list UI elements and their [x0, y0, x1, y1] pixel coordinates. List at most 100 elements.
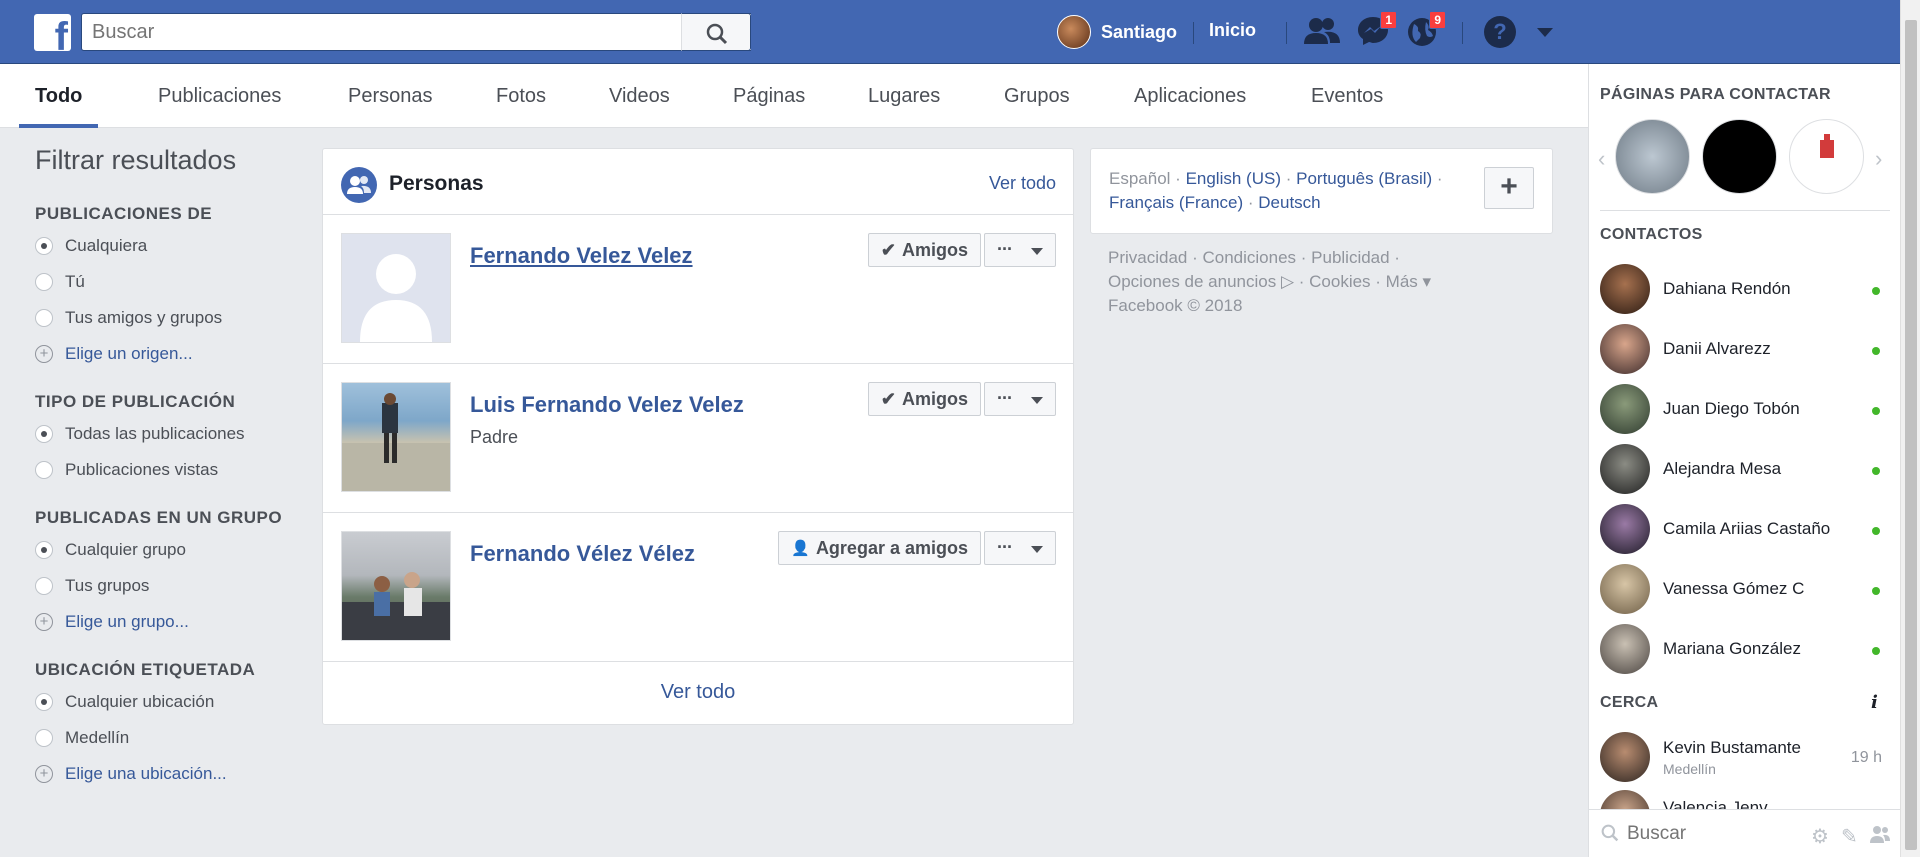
tab-pages[interactable]: Páginas [733, 64, 805, 128]
footer-links[interactable]: Privacidad · Condiciones · Publicidad · [1108, 246, 1538, 270]
search-input[interactable] [81, 13, 751, 51]
online-status-icon [1872, 407, 1880, 415]
tab-apps[interactable]: Aplicaciones [1134, 64, 1246, 128]
search-button[interactable] [681, 13, 751, 51]
friend-requests-icon[interactable] [1304, 16, 1340, 48]
tab-all[interactable]: Todo [19, 64, 99, 128]
contact-name: Danii Alvarezz [1663, 339, 1771, 358]
contact-name: Dahiana Rendón [1663, 279, 1791, 298]
separator: · [1436, 169, 1443, 188]
facebook-logo-icon[interactable]: f [34, 14, 71, 51]
page-scrollbar[interactable] [1900, 0, 1920, 857]
radio[interactable] [35, 461, 53, 479]
filter-option[interactable]: Cualquier grupo [35, 532, 315, 568]
friends-button[interactable]: ✔ Amigos [867, 233, 981, 267]
messenger-icon[interactable]: 1 [1357, 11, 1397, 48]
nearby-section-title: CERCA [1600, 694, 1659, 711]
chat-search-input[interactable] [1627, 820, 1777, 848]
checkmark-icon: ✔ [880, 239, 896, 260]
scrollbar-thumb[interactable] [1905, 20, 1917, 850]
person-photo[interactable] [341, 233, 451, 343]
radio-selected[interactable] [35, 237, 53, 255]
footer-links[interactable]: Opciones de anuncios ▷ · Cookies · Más ▾ [1108, 270, 1538, 294]
filter-option[interactable]: Publicaciones vistas [35, 452, 315, 488]
person-relationship: Padre [470, 427, 519, 447]
contact-item[interactable]: Dahiana Rendón [1600, 260, 1890, 318]
notifications-globe-icon[interactable]: 9 [1406, 11, 1446, 48]
create-group-icon[interactable] [1869, 824, 1891, 850]
nearby-contact-item[interactable]: Kevin Bustamante Medellín 19 h [1600, 728, 1890, 786]
tab-events[interactable]: Eventos [1311, 64, 1383, 128]
person-name-link[interactable]: Fernando Velez Velez [470, 243, 693, 269]
contact-item[interactable]: Alejandra Mesa [1600, 440, 1890, 498]
language-link[interactable]: Deutsch [1258, 193, 1320, 212]
page-thumbnail[interactable] [1615, 119, 1690, 194]
page-thumbnail[interactable] [1702, 119, 1777, 194]
chat-search-bar: ⚙ ✎ [1589, 809, 1900, 857]
add-friend-button[interactable]: 👤 Agregar a amigos [778, 531, 981, 565]
see-all-link[interactable]: Ver todo [989, 173, 1056, 194]
radio[interactable] [35, 729, 53, 747]
radio[interactable] [35, 577, 53, 595]
radio-selected[interactable] [35, 425, 53, 443]
info-icon[interactable]: i [1871, 692, 1878, 713]
choose-group-link[interactable]: + Elige un grupo... [35, 604, 315, 640]
account-menu-caret-icon[interactable] [1537, 28, 1553, 37]
filter-option[interactable]: Cualquier ubicación [35, 684, 315, 720]
tab-groups[interactable]: Grupos [1004, 64, 1070, 128]
contact-item[interactable]: Vanessa Gómez C [1600, 560, 1890, 618]
filter-option-label: Tú [65, 272, 85, 291]
person-name-link[interactable]: Luis Fernando Velez Velez [470, 392, 744, 418]
profile-link[interactable]: Santiago [1057, 15, 1177, 49]
contact-item[interactable]: Camila Ariias Castaño [1600, 500, 1890, 558]
choose-location-link[interactable]: + Elige una ubicación... [35, 756, 315, 792]
tab-places[interactable]: Lugares [868, 64, 940, 128]
friends-button[interactable]: ✔ Amigos [867, 382, 981, 416]
filter-option[interactable]: Tus grupos [35, 568, 315, 604]
filter-option[interactable]: Cualquiera [35, 228, 315, 264]
contact-item[interactable]: Juan Diego Tobón [1600, 380, 1890, 438]
tab-videos[interactable]: Videos [609, 64, 670, 128]
more-options-button[interactable]: ··· [984, 382, 1056, 416]
more-dots-icon: ··· [997, 388, 1013, 408]
person-photo[interactable] [341, 382, 451, 492]
radio[interactable] [35, 273, 53, 291]
person-photo[interactable] [341, 531, 451, 641]
new-message-icon[interactable]: ✎ [1841, 824, 1858, 849]
profile-name: Santiago [1101, 21, 1178, 42]
tab-posts[interactable]: Publicaciones [158, 64, 281, 128]
see-all-bottom-link[interactable]: Ver todo [323, 661, 1073, 724]
help-icon[interactable]: ? [1484, 16, 1516, 48]
tab-photos[interactable]: Fotos [496, 64, 546, 128]
messages-badge: 1 [1380, 11, 1397, 29]
checkmark-icon: ✔ [880, 388, 896, 409]
add-language-button[interactable]: + [1484, 167, 1534, 209]
more-options-button[interactable]: ··· [984, 531, 1056, 565]
chevron-right-icon[interactable]: › [1875, 146, 1882, 172]
tab-people[interactable]: Personas [348, 64, 433, 128]
page-thumbnail[interactable] [1789, 119, 1864, 194]
radio[interactable] [35, 309, 53, 327]
chevron-down-icon [1031, 397, 1043, 404]
contact-item[interactable]: Danii Alvarezz [1600, 320, 1890, 378]
language-link[interactable]: English (US) [1186, 169, 1281, 188]
filter-section-title: PUBLICADAS EN UN GRUPO [35, 508, 283, 527]
person-name-link[interactable]: Fernando Vélez Vélez [470, 541, 695, 567]
language-link[interactable]: Português (Brasil) [1296, 169, 1432, 188]
contact-name: Vanessa Gómez C [1663, 579, 1805, 598]
gear-icon[interactable]: ⚙ [1811, 824, 1829, 849]
radio-selected[interactable] [35, 693, 53, 711]
copyright: Facebook © 2018 [1108, 296, 1243, 315]
filter-option[interactable]: Tú [35, 264, 315, 300]
choose-source-link[interactable]: + Elige un origen... [35, 336, 315, 372]
home-link[interactable]: Inicio [1209, 20, 1256, 41]
contact-item[interactable]: Mariana González [1600, 620, 1890, 678]
online-status-icon [1872, 287, 1880, 295]
more-options-button[interactable]: ··· [984, 233, 1056, 267]
chevron-left-icon[interactable]: ‹ [1598, 146, 1605, 172]
language-link[interactable]: Français (France) [1109, 193, 1243, 212]
filter-option[interactable]: Medellín [35, 720, 315, 756]
filter-option[interactable]: Todas las publicaciones [35, 416, 315, 452]
filter-option[interactable]: Tus amigos y grupos [35, 300, 315, 336]
radio-selected[interactable] [35, 541, 53, 559]
